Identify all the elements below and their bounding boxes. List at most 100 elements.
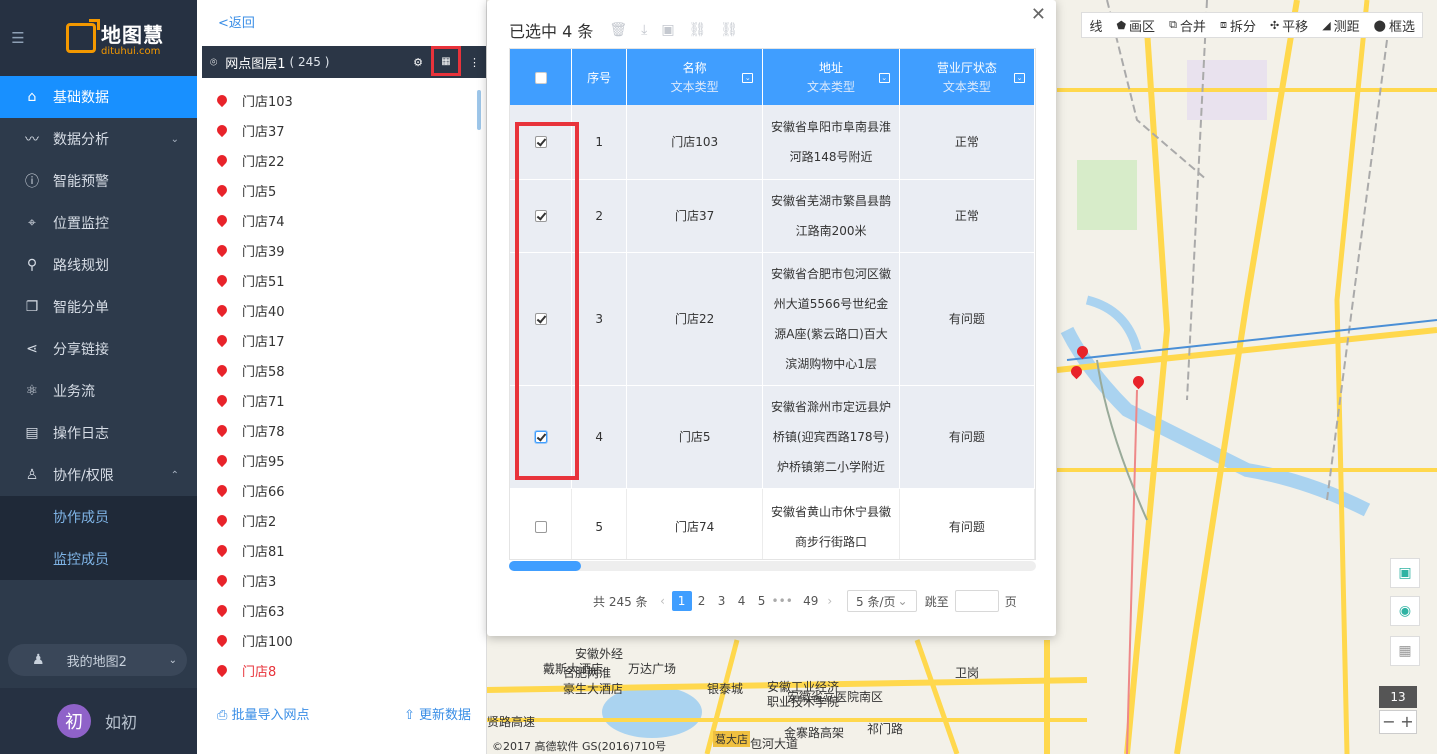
table-row[interactable]: 2 门店37 安徽省芜湖市繁昌县鹊江路南200米 正常 — [510, 179, 1035, 253]
more-icon[interactable]: ⋮ — [469, 56, 480, 69]
close-icon[interactable]: ✕ — [1031, 4, 1046, 25]
layer-settings-icon[interactable]: ⚙ — [413, 56, 423, 69]
list-item[interactable]: 门店81 — [197, 535, 479, 565]
user-profile[interactable]: 初 如初 — [0, 688, 197, 754]
list-item[interactable]: 门店78 — [197, 415, 479, 445]
sidebar-item-7[interactable]: ⚛ 业务流 — [0, 370, 197, 412]
scrollbar-thumb[interactable] — [509, 561, 581, 571]
save-icon: ▣ — [1398, 565, 1412, 581]
page-ellipsis[interactable]: ••• — [772, 591, 793, 611]
download-icon[interactable]: ⤓ — [641, 22, 647, 38]
column-header[interactable]: 地址 文本类型 ⌄ — [762, 49, 900, 105]
column-header[interactable]: 名称 文本类型 ⌄ — [626, 49, 764, 105]
map-tool-0[interactable]: 线 — [1082, 16, 1109, 35]
page-number[interactable]: 5 — [752, 591, 772, 611]
map-tool-3[interactable]: ⧈ 拆分 — [1213, 16, 1263, 35]
horizontal-scrollbar[interactable] — [509, 561, 1036, 571]
list-scrollbar[interactable] — [477, 90, 481, 130]
sidebar-item-label: 数据分析 — [53, 132, 109, 148]
menu-toggle-icon[interactable]: ☰ — [0, 0, 36, 76]
map-tool-6[interactable]: ⬤ 框选 — [1367, 16, 1422, 35]
link-icon[interactable]: ⛓ — [689, 22, 707, 38]
map-tool-5[interactable]: ◢ 测距 — [1315, 16, 1366, 35]
sidebar-item-1[interactable]: 〰数据分析 ⌄ — [0, 118, 197, 160]
filter-icon[interactable]: ⌄ — [1014, 73, 1025, 83]
list-item[interactable]: 门店17 — [197, 325, 479, 355]
import-icon: ⎙ — [217, 708, 232, 723]
table-row[interactable]: 4 门店5 安徽省滁州市定远县炉桥镇(迎宾西路178号)炉桥镇第二小学附近 有问题 — [510, 385, 1035, 489]
submenu-item-members[interactable]: 协作成员 — [0, 496, 197, 538]
map-pin-icon — [214, 542, 230, 558]
visibility-button[interactable]: ◉ — [1390, 596, 1420, 626]
list-item[interactable]: 门店2 — [197, 505, 479, 535]
export-icon[interactable]: ▣ — [661, 22, 674, 38]
map-pin-icon — [214, 662, 230, 678]
list-item[interactable]: 门店63 — [197, 595, 479, 625]
sidebar-item-4[interactable]: ⚲ 路线规划 — [0, 244, 197, 286]
zoom-out-button[interactable]: − — [1380, 711, 1398, 733]
prev-page-icon[interactable]: ‹ — [654, 594, 672, 608]
sidebar-item-0[interactable]: ⌂ 基础数据 — [0, 76, 197, 118]
list-item[interactable]: 门店103 — [197, 85, 479, 115]
sidebar-item-6[interactable]: ⋖ 分享链接 — [0, 328, 197, 370]
sidebar-item-8[interactable]: ▤ 操作日志 — [0, 412, 197, 454]
zoom-in-button[interactable]: + — [1398, 711, 1416, 733]
list-item[interactable]: 门店8 — [197, 655, 479, 685]
list-item[interactable]: 门店37 — [197, 115, 479, 145]
save-map-button[interactable]: ▣ — [1390, 558, 1420, 588]
submenu-item-monitors[interactable]: 监控成员 — [0, 538, 197, 580]
row-checkbox[interactable] — [534, 313, 547, 325]
filter-icon[interactable]: ⌄ — [878, 73, 890, 83]
page-number[interactable]: 1 — [671, 591, 692, 611]
delete-icon[interactable]: 🗑 — [609, 22, 627, 38]
cell-no: 2 — [571, 179, 628, 253]
select-all-checkbox[interactable] — [534, 71, 547, 84]
list-item[interactable]: 门店51 — [197, 265, 479, 295]
table-view-button[interactable]: ▦ — [431, 46, 461, 76]
row-checkbox[interactable] — [534, 210, 547, 222]
table-row[interactable]: 5 门店74 安徽省黄山市休宁县徽商步行街路口 有问题 — [510, 488, 1035, 559]
map-pin-icon — [214, 512, 230, 528]
list-item[interactable]: 门店5 — [197, 175, 479, 205]
map-tool-2[interactable]: ⧉ 合并 — [1162, 16, 1213, 35]
column-header[interactable]: 营业厅状态 文本类型 ⌄ — [899, 49, 1035, 105]
sidebar-item-3[interactable]: ⌖ 位置监控 — [0, 202, 197, 244]
jump-page-input[interactable] — [954, 590, 999, 612]
list-item[interactable]: 门店95 — [197, 445, 479, 475]
filter-icon[interactable]: ⌄ — [742, 73, 754, 83]
sidebar-item-2[interactable]: ⓘ 智能预警 — [0, 160, 197, 202]
list-item[interactable]: 门店71 — [197, 385, 479, 415]
unlink-icon[interactable]: ⛓ — [720, 22, 738, 38]
next-page-icon[interactable]: › — [821, 594, 839, 608]
submenu: 协作成员 监控成员 — [0, 496, 197, 580]
minimap-button[interactable]: ▦ — [1390, 636, 1420, 666]
list-item[interactable]: 门店74 — [197, 205, 479, 235]
my-map-selector[interactable]: ♟ 我的地图2 ⌄ — [8, 644, 187, 676]
page-number[interactable]: 3 — [712, 591, 732, 611]
table-row[interactable]: 1 门店103 安徽省阜阳市阜南县淮河路148号附近 正常 — [510, 105, 1035, 180]
sidebar-item-9[interactable]: ♙ 协作/权限 ⌃ — [0, 454, 197, 496]
list-item[interactable]: 门店22 — [197, 145, 479, 175]
back-link[interactable]: <返回 — [218, 12, 255, 31]
row-checkbox[interactable] — [534, 431, 547, 443]
page-number[interactable]: 2 — [692, 591, 712, 611]
list-item[interactable]: 门店3 — [197, 565, 479, 595]
list-item[interactable]: 门店58 — [197, 355, 479, 385]
list-item[interactable]: 门店40 — [197, 295, 479, 325]
logo-text: 地图慧 — [101, 23, 164, 47]
page-size-select[interactable]: 5 条/页 ⌄ — [846, 590, 917, 612]
page-number[interactable]: 49 — [801, 591, 821, 611]
sidebar-item-5[interactable]: ❐ 智能分单 — [0, 286, 197, 328]
row-checkbox[interactable] — [534, 136, 547, 149]
import-button[interactable]: ⎙ 批量导入网点 — [217, 704, 310, 723]
map-tool-1[interactable]: ⬟ 画区 — [1109, 16, 1162, 35]
list-item[interactable]: 门店100 — [197, 625, 479, 655]
row-checkbox[interactable] — [534, 521, 547, 533]
list-item[interactable]: 门店66 — [197, 475, 479, 505]
list-item[interactable]: 门店39 — [197, 235, 479, 265]
table-row[interactable]: 3 门店22 安徽省合肥市包河区徽州大道5566号世纪金源A座(紫云路口)百大滨湖购… — [510, 252, 1035, 386]
page-number[interactable]: 4 — [732, 591, 752, 611]
logo[interactable]: 地图慧 dituhui.com — [66, 19, 164, 57]
update-data-button[interactable]: ⇧ 更新数据 — [404, 704, 471, 723]
map-tool-4[interactable]: ✣ 平移 — [1263, 16, 1315, 35]
